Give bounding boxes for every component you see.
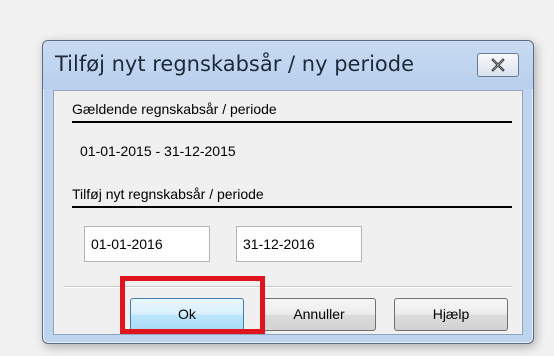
screen: Tilføj nyt regnskabsår / ny periode Gæld… <box>0 0 554 356</box>
ok-button[interactable]: Ok <box>130 298 244 331</box>
cancel-button[interactable]: Annuller <box>262 298 376 331</box>
current-period-value: 01-01-2015 - 31-12-2015 <box>80 143 236 159</box>
current-period-divider <box>72 121 512 123</box>
close-icon <box>491 58 505 72</box>
dialog-title: Tilføj nyt regnskabsår / ny periode <box>55 52 415 76</box>
current-period-label: Gældende regnskabsår / periode <box>72 101 277 117</box>
dialog-body: Gældende regnskabsår / periode 01-01-201… <box>53 90 523 335</box>
add-period-dialog: Tilføj nyt regnskabsår / ny periode Gæld… <box>42 40 534 344</box>
dialog-titlebar: Tilføj nyt regnskabsår / ny periode <box>43 41 533 89</box>
start-date-input[interactable] <box>84 226 210 262</box>
close-button[interactable] <box>477 53 519 77</box>
new-period-divider <box>72 206 512 208</box>
help-button[interactable]: Hjælp <box>394 298 508 331</box>
new-period-label: Tilføj nyt regnskabsår / periode <box>72 186 264 202</box>
end-date-input[interactable] <box>236 226 362 262</box>
button-row-separator <box>64 286 512 288</box>
